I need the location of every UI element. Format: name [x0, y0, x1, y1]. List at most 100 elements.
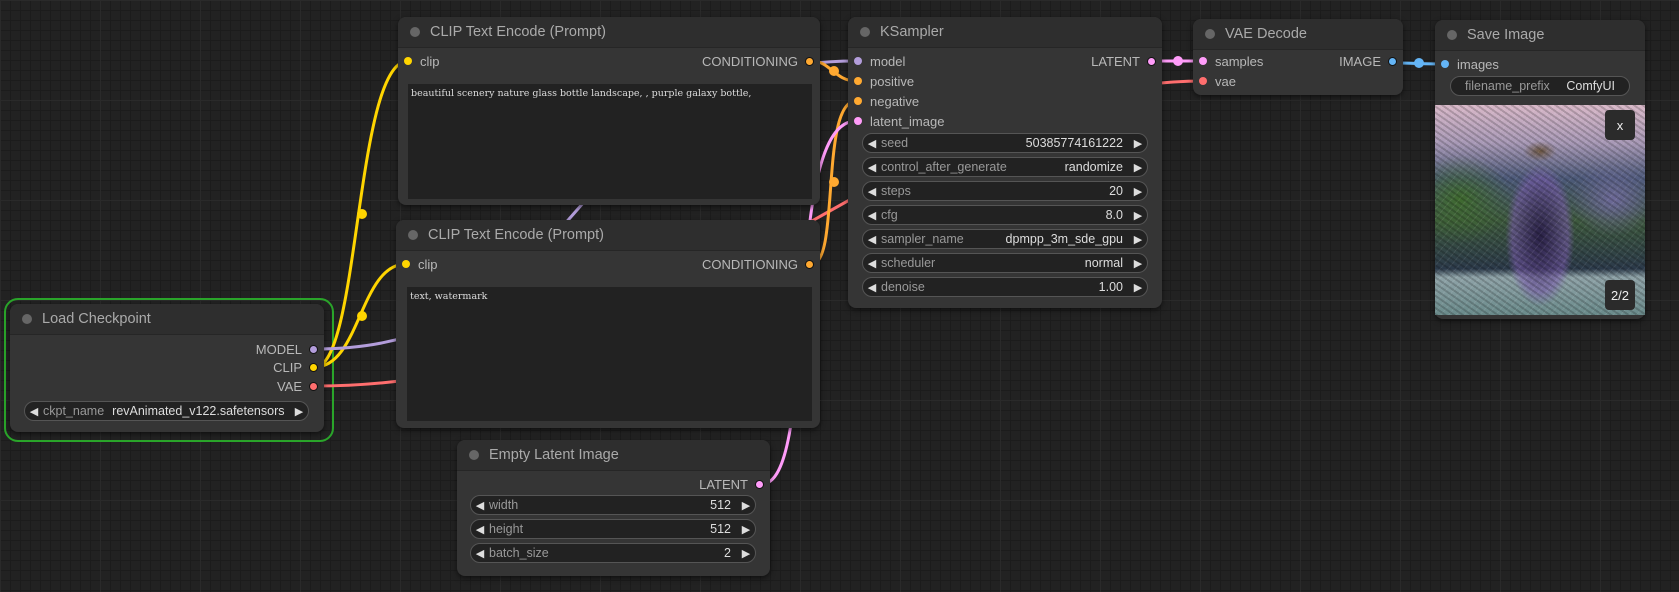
seed-widget[interactable]: ◀ seed 50385774161222 ▶ — [862, 133, 1148, 153]
input-slot-model[interactable]: model — [854, 51, 905, 71]
node-ksampler[interactable]: KSampler model positive negative latent_… — [848, 17, 1162, 308]
input-slot-positive[interactable]: positive — [854, 71, 914, 91]
output-slot-image[interactable]: IMAGE — [1339, 51, 1397, 71]
input-port-icon[interactable] — [402, 260, 410, 268]
left-arrow-icon[interactable]: ◀ — [863, 209, 881, 222]
input-slot-vae[interactable]: vae — [1199, 71, 1236, 91]
output-port-icon[interactable] — [309, 381, 318, 391]
ckpt-name-combo[interactable]: ◀ ckpt_name revAnimated_v122.safetensors… — [24, 401, 309, 421]
prompt-textarea[interactable]: beautiful scenery nature glass bottle la… — [408, 84, 812, 199]
input-port-icon[interactable] — [854, 97, 862, 105]
right-arrow-icon[interactable]: ▶ — [1129, 209, 1147, 222]
node-clip-text-encode-negative[interactable]: CLIP Text Encode (Prompt) clip CONDITION… — [396, 220, 820, 428]
input-slot-images[interactable]: images — [1441, 54, 1499, 74]
node-title-bar[interactable]: VAE Decode — [1193, 19, 1403, 50]
output-slot-clip[interactable]: CLIP — [273, 357, 318, 377]
left-arrow-icon[interactable]: ◀ — [863, 281, 881, 294]
right-arrow-icon[interactable]: ▶ — [1129, 137, 1147, 150]
scheduler-widget[interactable]: ◀ scheduler normal ▶ — [862, 253, 1148, 273]
right-arrow-icon[interactable]: ▶ — [1129, 185, 1147, 198]
input-port-icon[interactable] — [854, 57, 862, 65]
cfg-widget[interactable]: ◀ cfg 8.0 ▶ — [862, 205, 1148, 225]
right-arrow-icon[interactable]: ▶ — [1129, 161, 1147, 174]
node-vae-decode[interactable]: VAE Decode samples vae IMAGE — [1193, 19, 1403, 95]
node-clip-text-encode-positive[interactable]: CLIP Text Encode (Prompt) clip CONDITION… — [398, 17, 820, 205]
widget-value: dpmpp_3m_sde_gpu — [1005, 232, 1123, 246]
node-title-bar[interactable]: KSampler — [848, 17, 1162, 48]
slot-label: negative — [870, 93, 920, 109]
close-preview-button[interactable]: x — [1605, 110, 1635, 140]
collapse-dot-icon[interactable] — [408, 230, 418, 240]
right-arrow-icon[interactable]: ▶ — [737, 499, 755, 512]
left-arrow-icon[interactable]: ◀ — [863, 185, 881, 198]
right-arrow-icon[interactable]: ▶ — [737, 547, 755, 560]
steps-widget[interactable]: ◀ steps 20 ▶ — [862, 181, 1148, 201]
left-arrow-icon[interactable]: ◀ — [471, 547, 489, 560]
prompt-textarea[interactable]: text, watermark — [407, 287, 812, 421]
denoise-widget[interactable]: ◀ denoise 1.00 ▶ — [862, 277, 1148, 297]
input-port-icon[interactable] — [1199, 77, 1207, 85]
output-port-icon[interactable] — [309, 344, 318, 354]
node-empty-latent-image[interactable]: Empty Latent Image LATENT ◀ width 512 ▶ … — [457, 440, 770, 576]
filename-prefix-text-widget[interactable]: filename_prefix ComfyUI — [1450, 76, 1630, 96]
collapse-dot-icon[interactable] — [1205, 29, 1215, 39]
left-arrow-icon[interactable]: ◀ — [863, 137, 881, 150]
right-arrow-icon[interactable]: ▶ — [1129, 257, 1147, 270]
output-slot-conditioning[interactable]: CONDITIONING — [702, 51, 814, 71]
image-counter-badge[interactable]: 2/2 — [1605, 280, 1635, 310]
input-port-icon[interactable] — [404, 57, 412, 65]
output-port-icon[interactable] — [309, 362, 318, 372]
input-slot-latent-image[interactable]: latent_image — [854, 111, 944, 131]
widget-label: steps — [881, 184, 911, 198]
collapse-dot-icon[interactable] — [1447, 30, 1457, 40]
output-slot-vae[interactable]: VAE — [277, 376, 318, 396]
output-port-icon[interactable] — [805, 56, 814, 66]
collapse-dot-icon[interactable] — [469, 450, 479, 460]
node-title-bar[interactable]: CLIP Text Encode (Prompt) — [396, 220, 820, 251]
input-slot-clip[interactable]: clip — [402, 254, 438, 274]
left-arrow-icon[interactable]: ◀ — [471, 499, 489, 512]
node-title-bar[interactable]: Load Checkpoint — [10, 304, 324, 335]
right-arrow-icon[interactable]: ▶ — [1129, 281, 1147, 294]
node-save-image[interactable]: Save Image images filename_prefix ComfyU… — [1435, 20, 1645, 319]
output-port-icon[interactable] — [755, 479, 764, 489]
input-port-icon[interactable] — [854, 117, 862, 125]
height-number-widget[interactable]: ◀ height 512 ▶ — [470, 519, 756, 539]
slot-label: positive — [870, 73, 915, 89]
input-port-icon[interactable] — [1441, 60, 1449, 68]
control-after-generate-widget[interactable]: ◀ control_after_generate randomize ▶ — [862, 157, 1148, 177]
right-arrow-icon[interactable]: ▶ — [737, 523, 755, 536]
right-arrow-icon[interactable]: ▶ — [290, 405, 308, 418]
node-title-bar[interactable]: Save Image — [1435, 20, 1645, 51]
collapse-dot-icon[interactable] — [410, 27, 420, 37]
input-slot-negative[interactable]: negative — [854, 91, 919, 111]
widget-value: revAnimated_v122.safetensors — [112, 404, 285, 418]
sampler-name-widget[interactable]: ◀ sampler_name dpmpp_3m_sde_gpu ▶ — [862, 229, 1148, 249]
input-port-icon[interactable] — [854, 77, 862, 85]
output-slot-conditioning[interactable]: CONDITIONING — [702, 254, 814, 274]
collapse-dot-icon[interactable] — [860, 27, 870, 37]
left-arrow-icon[interactable]: ◀ — [471, 523, 489, 536]
batch-size-number-widget[interactable]: ◀ batch_size 2 ▶ — [470, 543, 756, 563]
left-arrow-icon[interactable]: ◀ — [25, 405, 43, 418]
input-slot-clip[interactable]: clip — [404, 51, 440, 71]
output-slot-model[interactable]: MODEL — [256, 339, 318, 359]
output-port-icon[interactable] — [1147, 56, 1156, 66]
output-port-icon[interactable] — [805, 259, 814, 269]
node-title-bar[interactable]: Empty Latent Image — [457, 440, 770, 471]
slot-label: clip — [420, 53, 440, 69]
right-arrow-icon[interactable]: ▶ — [1129, 233, 1147, 246]
node-title-bar[interactable]: CLIP Text Encode (Prompt) — [398, 17, 820, 48]
left-arrow-icon[interactable]: ◀ — [863, 257, 881, 270]
output-slot-latent[interactable]: LATENT — [699, 474, 764, 494]
input-port-icon[interactable] — [1199, 57, 1207, 65]
collapse-dot-icon[interactable] — [22, 314, 32, 324]
width-number-widget[interactable]: ◀ width 512 ▶ — [470, 495, 756, 515]
left-arrow-icon[interactable]: ◀ — [863, 161, 881, 174]
output-port-icon[interactable] — [1388, 56, 1397, 66]
output-slot-latent[interactable]: LATENT — [1091, 51, 1156, 71]
image-preview[interactable]: x 2/2 — [1435, 105, 1645, 315]
node-load-checkpoint[interactable]: Load Checkpoint MODEL CLIP VAE ◀ ckpt_na… — [10, 304, 324, 432]
input-slot-samples[interactable]: samples — [1199, 51, 1263, 71]
left-arrow-icon[interactable]: ◀ — [863, 233, 881, 246]
